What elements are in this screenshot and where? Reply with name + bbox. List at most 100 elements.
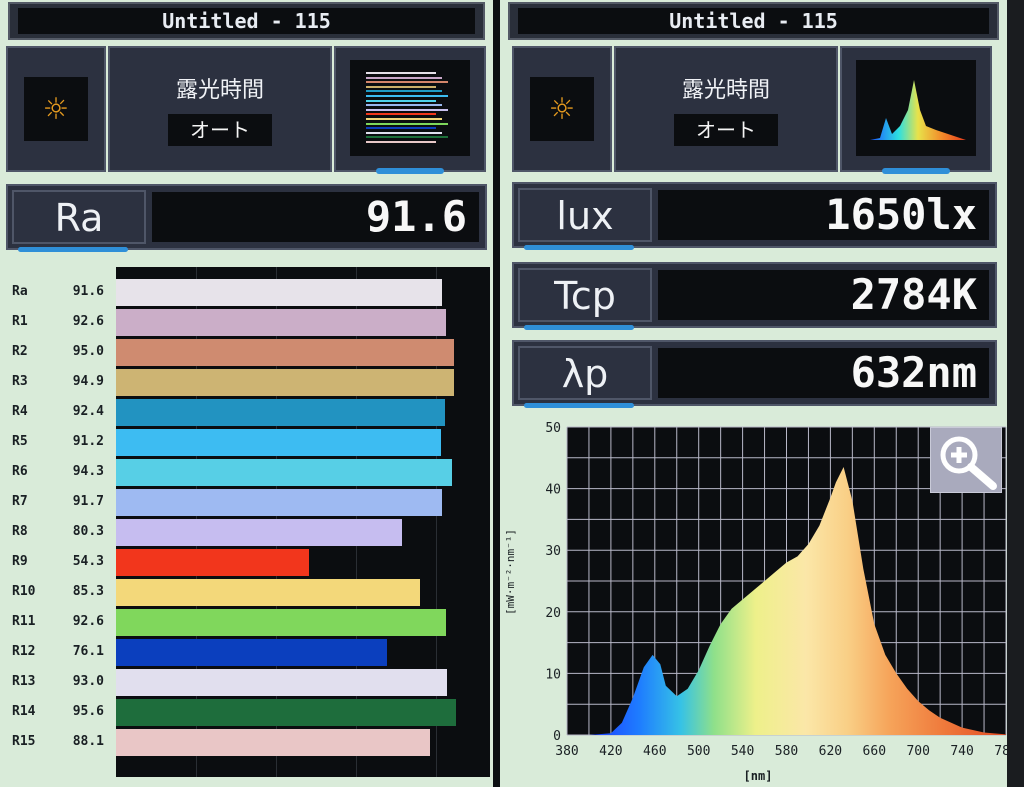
tcp-label: Tcp (518, 268, 652, 322)
cri-index-name: R3 (12, 374, 28, 389)
cri-bar (116, 729, 430, 756)
cri-index-value: 92.6 (72, 314, 104, 329)
cri-index-value: 76.1 (72, 644, 104, 659)
x-tick-label: 420 (599, 744, 622, 759)
cri-index-name: R7 (12, 494, 28, 509)
thumbnail-bar (366, 104, 442, 107)
lux-label: lux (518, 188, 652, 242)
metric-indicator (18, 247, 128, 252)
cri-index-value: 54.3 (72, 554, 104, 569)
exposure-label: 露光時間 (175, 78, 264, 103)
cri-bar (116, 309, 446, 336)
cri-row-label: R7 91.7 (4, 492, 108, 514)
thumbnail-bar (366, 131, 442, 134)
cri-row-label: R11 92.6 (4, 612, 108, 634)
exposure-row: ☼ 露光時間 オート (6, 46, 487, 174)
cri-index-value: 94.9 (72, 374, 104, 389)
x-tick-label: 540 (731, 744, 754, 759)
cri-index-name: R10 (12, 584, 36, 599)
sun-icon: ☼ (530, 77, 594, 141)
cri-bar (116, 489, 443, 516)
thumbnail-bar (366, 127, 436, 130)
spectrum-mini-graph (870, 80, 966, 140)
cri-row-label: R4 92.4 (4, 402, 108, 424)
cri-row-label: R12 76.1 (4, 642, 108, 664)
spectrum-thumbnail (856, 60, 976, 156)
x-tick-label: 700 (906, 744, 929, 759)
spectrum-panel: Untitled - 115 ☼ 露光時間 オート lux 1650lx Tcp… (500, 0, 1007, 787)
metric-indicator (524, 245, 634, 250)
x-tick-label: 740 (950, 744, 973, 759)
spectrum-chart: 380 420 460 500 540 580 620 660 700 740 780 0 10 20 30… (500, 412, 1007, 787)
thumbnail-bar (366, 99, 436, 102)
cri-row-label: R5 91.2 (4, 432, 108, 454)
light-mode-button[interactable]: ☼ (512, 46, 612, 172)
x-tick-label: 780 (994, 744, 1007, 759)
cri-row-label: R3 94.9 (4, 372, 108, 394)
thumbnail-bar (366, 141, 436, 143)
lux-metric: lux 1650lx (512, 182, 997, 250)
cri-row-label: R10 85.3 (4, 582, 108, 604)
exposure-setting[interactable]: 露光時間 オート (614, 46, 838, 172)
cri-index-name: R5 (12, 434, 28, 449)
cri-index-value: 91.6 (72, 284, 104, 299)
sun-icon: ☼ (24, 77, 88, 141)
thumbnail-bar (366, 122, 448, 125)
selected-indicator (882, 168, 950, 174)
exposure-label: 露光時間 (681, 78, 770, 103)
window-title: Untitled - 115 (18, 8, 475, 34)
cri-index-value: 80.3 (72, 524, 104, 539)
cri-index-name: R8 (12, 524, 28, 539)
thumbnail-bar (366, 108, 448, 111)
cri-index-value: 93.0 (72, 674, 104, 689)
cri-row-label: R13 93.0 (4, 672, 108, 694)
light-mode-button[interactable]: ☼ (6, 46, 106, 172)
selected-indicator (376, 168, 444, 174)
cri-row-label: R15 88.1 (4, 732, 108, 754)
ra-metric: Ra 91.6 (6, 184, 487, 252)
cri-row-label: R14 95.6 (4, 702, 108, 724)
y-tick-label: 50 (545, 421, 561, 436)
cri-index-name: R4 (12, 404, 28, 419)
peak-wavelength-label: λp (518, 346, 652, 400)
cri-index-value: 85.3 (72, 584, 104, 599)
cri-index-value: 92.4 (72, 404, 104, 419)
cri-index-name: R14 (12, 704, 36, 719)
zoom-in-button[interactable] (930, 427, 1002, 493)
zoom-in-icon (940, 436, 997, 490)
lux-value: 1650lx (658, 190, 989, 240)
cri-index-name: R11 (12, 614, 36, 629)
exposure-value[interactable]: オート (168, 114, 272, 146)
y-tick-label: 10 (545, 667, 561, 682)
cri-row-label: Ra 91.6 (4, 282, 108, 304)
view-thumbnail-spectrum[interactable] (840, 46, 992, 174)
cri-bar (116, 339, 455, 366)
x-axis-label: [nm] (744, 769, 773, 783)
x-tick-label: 620 (819, 744, 842, 759)
thumbnail-bar (366, 85, 436, 88)
exposure-value[interactable]: オート (674, 114, 778, 146)
y-axis-label: [mW·m⁻²·nm⁻¹] (504, 529, 517, 615)
peak-wavelength-value: 632nm (658, 348, 989, 398)
exposure-row: ☼ 露光時間 オート (506, 46, 1001, 174)
view-thumbnail-cri[interactable] (334, 46, 486, 174)
cri-row-label: R6 94.3 (4, 462, 108, 484)
cri-index-name: R6 (12, 464, 28, 479)
exposure-setting[interactable]: 露光時間 オート (108, 46, 332, 172)
thumbnail-bar (366, 118, 442, 120)
cri-bar (116, 639, 387, 666)
thumbnail-bar (366, 113, 436, 116)
cri-bar (116, 429, 441, 456)
thumbnail-bar (366, 76, 442, 79)
bar-list-thumbnail (350, 60, 470, 156)
thumbnail-bar (366, 72, 436, 74)
ra-value: 91.6 (152, 192, 479, 242)
cri-index-value: 94.3 (72, 464, 104, 479)
cri-row-label: R2 95.0 (4, 342, 108, 364)
metric-indicator (524, 403, 634, 408)
title-bar: Untitled - 115 (8, 2, 485, 40)
x-tick-label: 380 (555, 744, 578, 759)
cri-index-value: 92.6 (72, 614, 104, 629)
cri-row-label: R8 80.3 (4, 522, 108, 544)
cri-index-name: R15 (12, 734, 36, 749)
